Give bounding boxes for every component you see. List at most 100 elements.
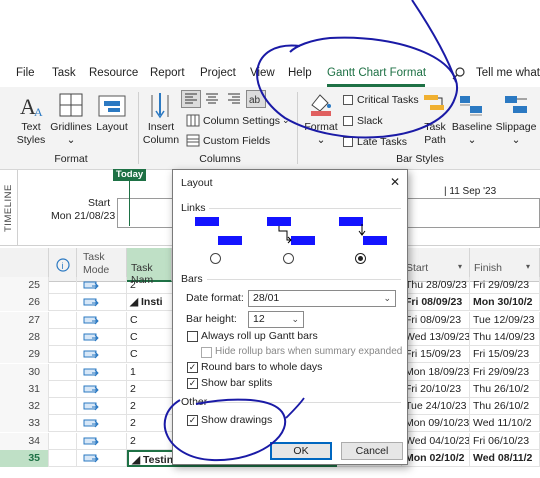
align-left-button[interactable] bbox=[181, 90, 201, 108]
show-drawings-checkbox[interactable]: ✓ bbox=[187, 415, 198, 426]
indicator-cell[interactable] bbox=[49, 311, 77, 329]
tab-report[interactable]: Report bbox=[150, 67, 185, 79]
align-right-button[interactable] bbox=[225, 91, 243, 110]
row-number[interactable]: 30 bbox=[0, 363, 49, 381]
row-number[interactable]: 25 bbox=[0, 277, 49, 294]
row-number[interactable]: 29 bbox=[0, 346, 49, 364]
start-cell[interactable]: Thu 28/09/23 bbox=[402, 277, 470, 294]
row-number[interactable]: 32 bbox=[0, 398, 49, 416]
text-styles-icon[interactable]: AA bbox=[18, 92, 46, 120]
task-mode-cell[interactable] bbox=[77, 415, 127, 433]
custom-fields-icon[interactable] bbox=[186, 134, 200, 150]
link-style-2-radio[interactable] bbox=[283, 253, 294, 264]
baseline-icon[interactable] bbox=[458, 93, 484, 120]
row-number[interactable]: 27 bbox=[0, 311, 49, 329]
finish-cell[interactable]: Wed 11/10/2 bbox=[470, 415, 540, 433]
tab-project[interactable]: Project bbox=[200, 67, 236, 79]
tab-resource[interactable]: Resource bbox=[89, 67, 138, 79]
start-cell[interactable]: Fri 08/09/23 bbox=[402, 294, 470, 312]
start-cell[interactable]: Fri 08/09/23 bbox=[402, 311, 470, 329]
align-center-button[interactable] bbox=[203, 91, 221, 110]
tab-gantt-chart-format[interactable]: Gantt Chart Format bbox=[327, 67, 426, 79]
task-mode-cell[interactable] bbox=[77, 277, 127, 294]
task-mode-cell[interactable] bbox=[77, 294, 127, 312]
task-mode-cell[interactable] bbox=[77, 363, 127, 381]
layout-button-label[interactable]: Layout bbox=[93, 121, 131, 133]
gridlines-icon[interactable] bbox=[58, 92, 84, 121]
task-mode-cell[interactable] bbox=[77, 450, 127, 467]
format-bar-icon[interactable] bbox=[308, 91, 334, 120]
column-settings-icon[interactable] bbox=[186, 114, 200, 130]
ok-button[interactable]: OK bbox=[270, 442, 332, 460]
date-format-select[interactable]: 28/01 ⌄ bbox=[248, 290, 396, 307]
start-cell[interactable]: Wed 13/09/23 bbox=[402, 328, 470, 346]
round-bars-checkbox[interactable]: ✓ bbox=[187, 362, 198, 373]
task-mode-cell[interactable] bbox=[77, 328, 127, 346]
start-cell[interactable]: Mon 09/10/23 bbox=[402, 415, 470, 433]
wrap-text-button[interactable]: ab bbox=[246, 90, 266, 108]
task-mode-cell[interactable] bbox=[77, 346, 127, 364]
finish-cell[interactable]: Fri 29/09/23 bbox=[470, 277, 540, 294]
layout-icon[interactable] bbox=[98, 95, 126, 120]
indicator-cell[interactable] bbox=[49, 450, 77, 467]
start-cell[interactable]: Tue 24/10/23 bbox=[402, 398, 470, 416]
task-path-icon[interactable] bbox=[422, 91, 446, 120]
indicator-cell[interactable] bbox=[49, 328, 77, 346]
indicator-cell[interactable] bbox=[49, 432, 77, 450]
row-number[interactable]: 31 bbox=[0, 380, 49, 398]
finish-cell[interactable]: Fri 15/09/23 bbox=[470, 346, 540, 364]
always-roll-up-checkbox[interactable] bbox=[187, 331, 198, 342]
tell-me-box[interactable]: Tell me what bbox=[476, 67, 540, 79]
hide-rollup-checkbox[interactable] bbox=[201, 347, 212, 358]
cancel-button[interactable]: Cancel bbox=[341, 442, 403, 460]
critical-tasks-checkbox[interactable] bbox=[343, 95, 353, 105]
indicator-cell[interactable] bbox=[49, 380, 77, 398]
start-cell[interactable]: Mon 02/10/2 bbox=[402, 450, 470, 467]
slack-checkbox[interactable] bbox=[343, 116, 353, 126]
custom-fields-button[interactable]: Custom Fields bbox=[203, 135, 270, 147]
finish-cell[interactable]: Mon 30/10/2 bbox=[470, 294, 540, 312]
format-button-label[interactable]: Format bbox=[302, 121, 340, 133]
link-style-3-radio[interactable] bbox=[355, 253, 366, 264]
task-mode-cell[interactable] bbox=[77, 311, 127, 329]
tab-task[interactable]: Task bbox=[52, 67, 76, 79]
finish-cell[interactable]: Thu 26/10/2 bbox=[470, 398, 540, 416]
search-icon[interactable] bbox=[452, 66, 466, 83]
bar-height-select[interactable]: 12 ⌄ bbox=[248, 311, 304, 328]
slippage-icon[interactable] bbox=[503, 93, 531, 120]
late-tasks-checkbox[interactable] bbox=[343, 137, 353, 147]
row-number[interactable]: 34 bbox=[0, 432, 49, 450]
link-style-1-radio[interactable] bbox=[210, 253, 221, 264]
start-cell[interactable]: Wed 04/10/23 bbox=[402, 432, 470, 450]
finish-cell[interactable]: Thu 26/10/2 bbox=[470, 380, 540, 398]
indicator-cell[interactable] bbox=[49, 294, 77, 312]
start-cell[interactable]: Mon 18/09/23 bbox=[402, 363, 470, 381]
task-mode-cell[interactable] bbox=[77, 398, 127, 416]
indicator-cell[interactable] bbox=[49, 277, 77, 294]
start-cell[interactable]: Fri 15/09/23 bbox=[402, 346, 470, 364]
indicator-cell[interactable] bbox=[49, 346, 77, 364]
indicator-cell[interactable] bbox=[49, 415, 77, 433]
tab-file[interactable]: File bbox=[16, 67, 35, 79]
task-mode-cell[interactable] bbox=[77, 432, 127, 450]
indicator-cell[interactable] bbox=[49, 398, 77, 416]
chevron-down-icon[interactable]: ▾ bbox=[526, 262, 530, 271]
finish-cell[interactable]: Tue 12/09/23 bbox=[470, 311, 540, 329]
chevron-down-icon[interactable]: ▾ bbox=[458, 262, 462, 271]
show-bar-splits-checkbox[interactable]: ✓ bbox=[187, 378, 198, 389]
row-number[interactable]: 35 bbox=[0, 450, 49, 467]
insert-column-icon[interactable] bbox=[148, 91, 172, 122]
finish-cell[interactable]: Thu 14/09/23 bbox=[470, 328, 540, 346]
column-settings-button[interactable]: Column Settings bbox=[203, 115, 280, 127]
row-number[interactable]: 26 bbox=[0, 294, 49, 312]
row-number[interactable]: 33 bbox=[0, 415, 49, 433]
start-cell[interactable]: Fri 20/10/23 bbox=[402, 380, 470, 398]
tab-help[interactable]: Help bbox=[288, 67, 312, 79]
finish-cell[interactable]: Fri 06/10/23 bbox=[470, 432, 540, 450]
indicator-cell[interactable] bbox=[49, 363, 77, 381]
row-number[interactable]: 28 bbox=[0, 328, 49, 346]
tab-view[interactable]: View bbox=[250, 67, 275, 79]
finish-cell[interactable]: Fri 29/09/23 bbox=[470, 363, 540, 381]
finish-cell[interactable]: Wed 08/11/2 bbox=[470, 450, 540, 467]
close-icon[interactable]: ✕ bbox=[390, 175, 400, 189]
